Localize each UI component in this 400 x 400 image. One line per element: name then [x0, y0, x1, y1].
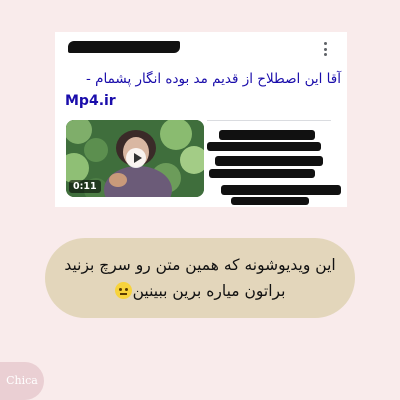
redacted-snippet — [221, 185, 341, 195]
search-result-card: آقا این اصطلاح از قدیم مد بوده انگار پشم… — [55, 32, 347, 207]
neutral-face-emoji-icon — [114, 282, 132, 299]
caption-bubble: این ویدیوشونه که همین متن رو سرچ بزنید ب… — [45, 238, 355, 318]
more-vert-icon[interactable] — [323, 42, 327, 56]
redacted-source — [68, 41, 180, 53]
video-thumbnail[interactable]: 0:11 — [66, 120, 204, 197]
watermark-logo: Chica — [0, 362, 44, 400]
divider — [207, 120, 331, 121]
play-icon — [134, 153, 142, 163]
result-title-text[interactable]: آقا این اصطلاح از قدیم مد بوده انگار پشم… — [65, 68, 341, 90]
caption-line-2-text: براتون میاره برین ببینین — [132, 282, 286, 300]
caption-line-1: این ویدیوشونه که همین متن رو سرچ بزنید — [64, 256, 336, 274]
redacted-snippet — [231, 197, 309, 205]
result-title-link[interactable]: آقا این اصطلاح از قدیم مد بوده انگار پشم… — [65, 68, 341, 112]
redacted-snippet — [215, 156, 323, 166]
redacted-snippet — [219, 130, 315, 140]
caption-line-2: براتون میاره برین ببینین — [45, 278, 355, 304]
video-duration: 0:11 — [69, 180, 101, 193]
result-site-name[interactable]: Mp4.ir — [65, 90, 341, 112]
redacted-snippet — [207, 142, 321, 151]
redacted-snippet — [209, 169, 315, 178]
